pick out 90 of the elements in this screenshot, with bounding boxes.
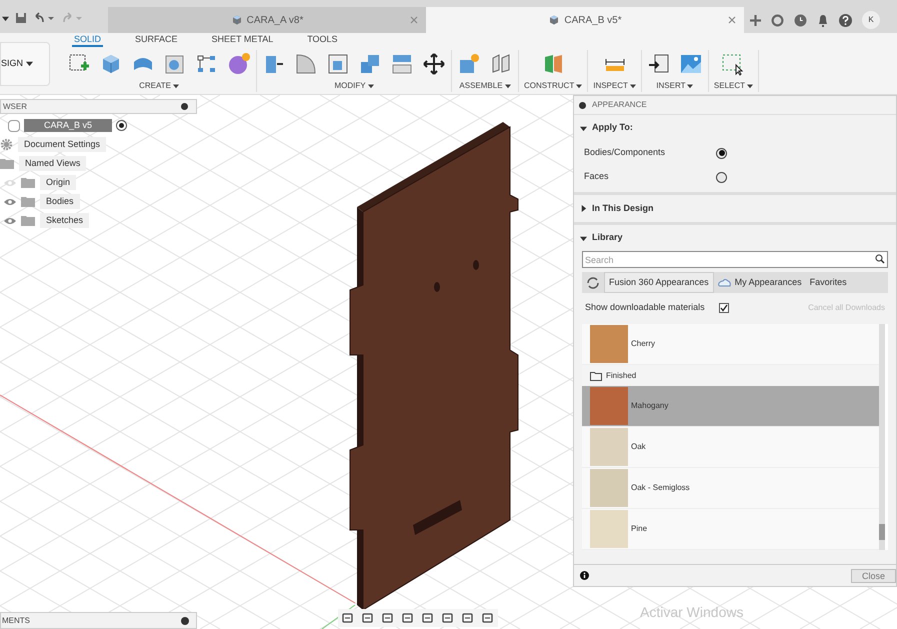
- selection-box-icon[interactable]: [721, 52, 746, 76]
- scrollbar[interactable]: [879, 324, 885, 550]
- folder-icon: [21, 215, 35, 226]
- checkbox[interactable]: [719, 303, 729, 313]
- material-item[interactable]: Pine: [582, 509, 879, 550]
- new-component-icon[interactable]: [457, 52, 481, 76]
- shell-icon[interactable]: [326, 52, 350, 76]
- cloud-icon: [718, 278, 731, 287]
- eye-icon[interactable]: [4, 198, 16, 206]
- caret-icon[interactable]: [26, 60, 34, 67]
- collapse-icon[interactable]: [579, 102, 586, 108]
- cube-icon: [548, 14, 560, 26]
- combine-icon[interactable]: [358, 52, 382, 76]
- save-icon[interactable]: [15, 12, 27, 24]
- close-icon[interactable]: [728, 16, 736, 24]
- caret-icon[interactable]: [368, 83, 374, 89]
- radio-button[interactable]: [716, 172, 727, 182]
- toolbar-tab[interactable]: TOOLS: [305, 33, 340, 47]
- material-item[interactable]: Oak: [582, 427, 879, 468]
- section-title: In This Design: [592, 202, 654, 215]
- folder-icon: [590, 370, 602, 381]
- tool-group-menu[interactable]: INSPECT: [593, 80, 636, 92]
- info-icon[interactable]: [580, 571, 589, 580]
- tree-item[interactable]: Named Views: [19, 156, 86, 171]
- material-item[interactable]: Oak - Semigloss: [582, 468, 879, 510]
- tree-item[interactable]: Bodies: [40, 194, 80, 209]
- document-tab[interactable]: CARA_A v8*: [108, 7, 426, 33]
- move-icon[interactable]: [422, 52, 446, 76]
- bell-icon[interactable]: [817, 14, 829, 26]
- expand-arrow-icon[interactable]: [580, 234, 587, 242]
- tool-group-menu[interactable]: CONSTRUCT: [524, 80, 582, 92]
- tool-group-menu[interactable]: MODIFY: [334, 80, 374, 92]
- close-button[interactable]: Close: [850, 568, 896, 582]
- tool-group-menu[interactable]: SELECT: [714, 80, 754, 92]
- expand-arrow-icon[interactable]: [580, 205, 587, 212]
- radio-button[interactable]: [716, 148, 727, 158]
- folder-label[interactable]: Finished: [606, 370, 636, 382]
- option-label: Faces: [584, 170, 610, 184]
- search-field[interactable]: Search: [582, 251, 888, 268]
- caret-icon[interactable]: [687, 83, 694, 89]
- library-tab[interactable]: My Appearances: [714, 272, 806, 293]
- caret-icon[interactable]: [747, 83, 754, 89]
- activation-notice: Activar Windows: [640, 603, 744, 622]
- help-icon[interactable]: [839, 14, 852, 26]
- option-label: Bodies/Components: [584, 146, 666, 160]
- cube-icon: [230, 14, 243, 26]
- form-icon[interactable]: [227, 52, 251, 76]
- caret-icon[interactable]: [172, 83, 179, 89]
- image-icon[interactable]: [678, 52, 703, 76]
- collapse-icon[interactable]: [181, 103, 188, 110]
- component-icon: [8, 120, 20, 132]
- toolbar-tab[interactable]: SOLID: [72, 33, 104, 47]
- tree-item[interactable]: Origin: [40, 175, 76, 190]
- folder-icon: [21, 177, 35, 188]
- caret-icon[interactable]: [504, 83, 511, 89]
- eye-icon[interactable]: [4, 216, 16, 224]
- section-title: Library: [592, 231, 623, 244]
- expand-arrow-icon[interactable]: [580, 124, 587, 132]
- panel-title: APPEARANCE: [592, 99, 647, 111]
- clock-icon[interactable]: [794, 14, 807, 26]
- tool-group-menu[interactable]: ASSEMBLE: [459, 80, 511, 92]
- caret-icon[interactable]: [576, 83, 582, 89]
- split-icon[interactable]: [390, 52, 414, 76]
- folder-icon: [21, 196, 35, 207]
- fillet-icon[interactable]: [294, 52, 318, 76]
- caret-icon[interactable]: [2, 14, 9, 22]
- undo-icon[interactable]: [33, 12, 55, 24]
- tree-item[interactable]: Sketches: [40, 213, 90, 228]
- document-tab[interactable]: CARA_B v5*: [426, 7, 744, 33]
- panel-title: MENTS: [2, 614, 30, 626]
- caret-icon[interactable]: [630, 83, 636, 89]
- panel-title: WSER: [3, 100, 27, 112]
- user-avatar[interactable]: K: [862, 11, 880, 29]
- tool-group-menu[interactable]: INSERT: [656, 80, 694, 92]
- tool-group-menu[interactable]: CREATE: [139, 80, 179, 92]
- search-icon[interactable]: [875, 254, 885, 264]
- material-item[interactable]: Cherry: [582, 324, 879, 365]
- folder-icon: [0, 158, 14, 169]
- toolbar-tab[interactable]: SURFACE: [133, 33, 180, 47]
- gear-icon: [0, 138, 13, 151]
- radio-icon[interactable]: [116, 120, 128, 131]
- material-item[interactable]: Mahogany: [582, 386, 879, 428]
- toolbar-tab[interactable]: SHEET METAL: [210, 33, 276, 47]
- tree-item[interactable]: CARA_B v5: [24, 118, 112, 132]
- tree-item[interactable]: Document Settings: [18, 137, 106, 152]
- workspace-dropdown[interactable]: SIGN: [0, 42, 50, 86]
- library-tab[interactable]: Favorites: [806, 272, 851, 293]
- section-title: Apply To:: [592, 121, 633, 134]
- checkbox-label: Show downloadable materials: [585, 301, 706, 314]
- library-tab[interactable]: Fusion 360 Appearances: [604, 272, 714, 293]
